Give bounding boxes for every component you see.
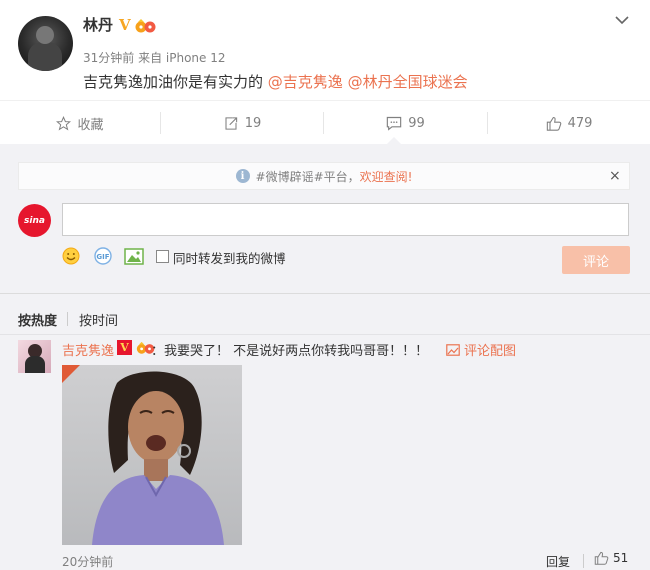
divider: [0, 293, 650, 294]
repost-count: 19: [244, 115, 262, 131]
verified-v-icon: V: [119, 16, 131, 34]
divider: [67, 312, 68, 326]
repost-checkbox[interactable]: [156, 250, 169, 263]
favorite-label: 收藏: [77, 117, 104, 133]
post-action-bar: 收藏 19 99 479: [0, 100, 650, 144]
svg-text:GIF: GIF: [96, 253, 109, 261]
mention-link[interactable]: @林丹全国球迷会: [348, 73, 468, 91]
emoji-icon[interactable]: [62, 247, 80, 265]
post-text-body: 吉克隽逸加油你是有实力的: [83, 73, 268, 91]
sort-by-time-tab[interactable]: 按时间: [79, 310, 118, 329]
info-icon: i: [235, 169, 250, 183]
post-text: 吉克隽逸加油你是有实力的 @吉克隽逸 @林丹全国球迷会: [83, 71, 468, 92]
author-avatar[interactable]: [18, 16, 73, 71]
comment-like-button[interactable]: 51: [594, 551, 628, 565]
rumor-notice: i #微博辟谣#平台， 欢迎查阅!: [18, 162, 630, 190]
comment-icon: [386, 116, 402, 131]
repost-icon: [225, 116, 237, 130]
submit-comment-button[interactable]: 评论: [562, 246, 630, 274]
notice-link[interactable]: 欢迎查阅!: [360, 168, 413, 185]
mention-link[interactable]: @吉克隽逸: [268, 73, 343, 91]
comment-timestamp: 20分钟前: [62, 555, 114, 569]
divider: [583, 554, 584, 568]
comment-photo[interactable]: [62, 365, 242, 545]
comment-input[interactable]: [62, 203, 629, 236]
reply-button[interactable]: 回复: [546, 553, 570, 570]
comment-text: ：我要哭了！ 不是说好两点你转我吗哥哥！！！: [151, 344, 429, 359]
commenter-avatar[interactable]: [18, 340, 51, 373]
image-icon: [446, 343, 460, 356]
sort-by-hot-tab[interactable]: 按热度: [18, 310, 57, 329]
notice-text: #微博辟谣#平台，: [255, 169, 360, 184]
comment-button[interactable]: 99: [324, 101, 487, 145]
comment-image-link-label: 评论配图: [464, 344, 517, 359]
post-meta: 31分钟前 来自 iPhone 12: [83, 51, 226, 65]
thumbs-up-icon: [594, 551, 609, 565]
vip-v-icon: V: [117, 340, 132, 355]
like-count: 479: [567, 115, 593, 131]
panel-caret: [386, 137, 402, 145]
image-icon[interactable]: [124, 248, 144, 265]
like-button[interactable]: 479: [488, 101, 650, 145]
repost-checkbox-label[interactable]: 同时转发到我的微博: [173, 248, 286, 267]
commenter-name[interactable]: 吉克隽逸: [62, 340, 114, 359]
gif-icon[interactable]: GIF: [94, 247, 112, 265]
close-icon[interactable]: ×: [609, 168, 621, 184]
repost-button[interactable]: 19: [161, 101, 323, 145]
sina-weibo-logo: sina: [18, 204, 51, 237]
crying-woman-photo: [62, 365, 224, 545]
comment-count: 99: [408, 115, 425, 131]
star-icon: [56, 115, 72, 131]
thumbs-up-icon: [546, 116, 561, 131]
comment-image-link[interactable]: 评论配图: [446, 340, 516, 359]
comment-like-count: 51: [613, 551, 629, 565]
favorite-button[interactable]: 收藏: [0, 101, 160, 145]
divider: [0, 334, 650, 335]
crown-badge-icon: [135, 19, 156, 33]
author-name[interactable]: 林丹: [83, 14, 113, 35]
chevron-down-icon[interactable]: [614, 14, 630, 26]
